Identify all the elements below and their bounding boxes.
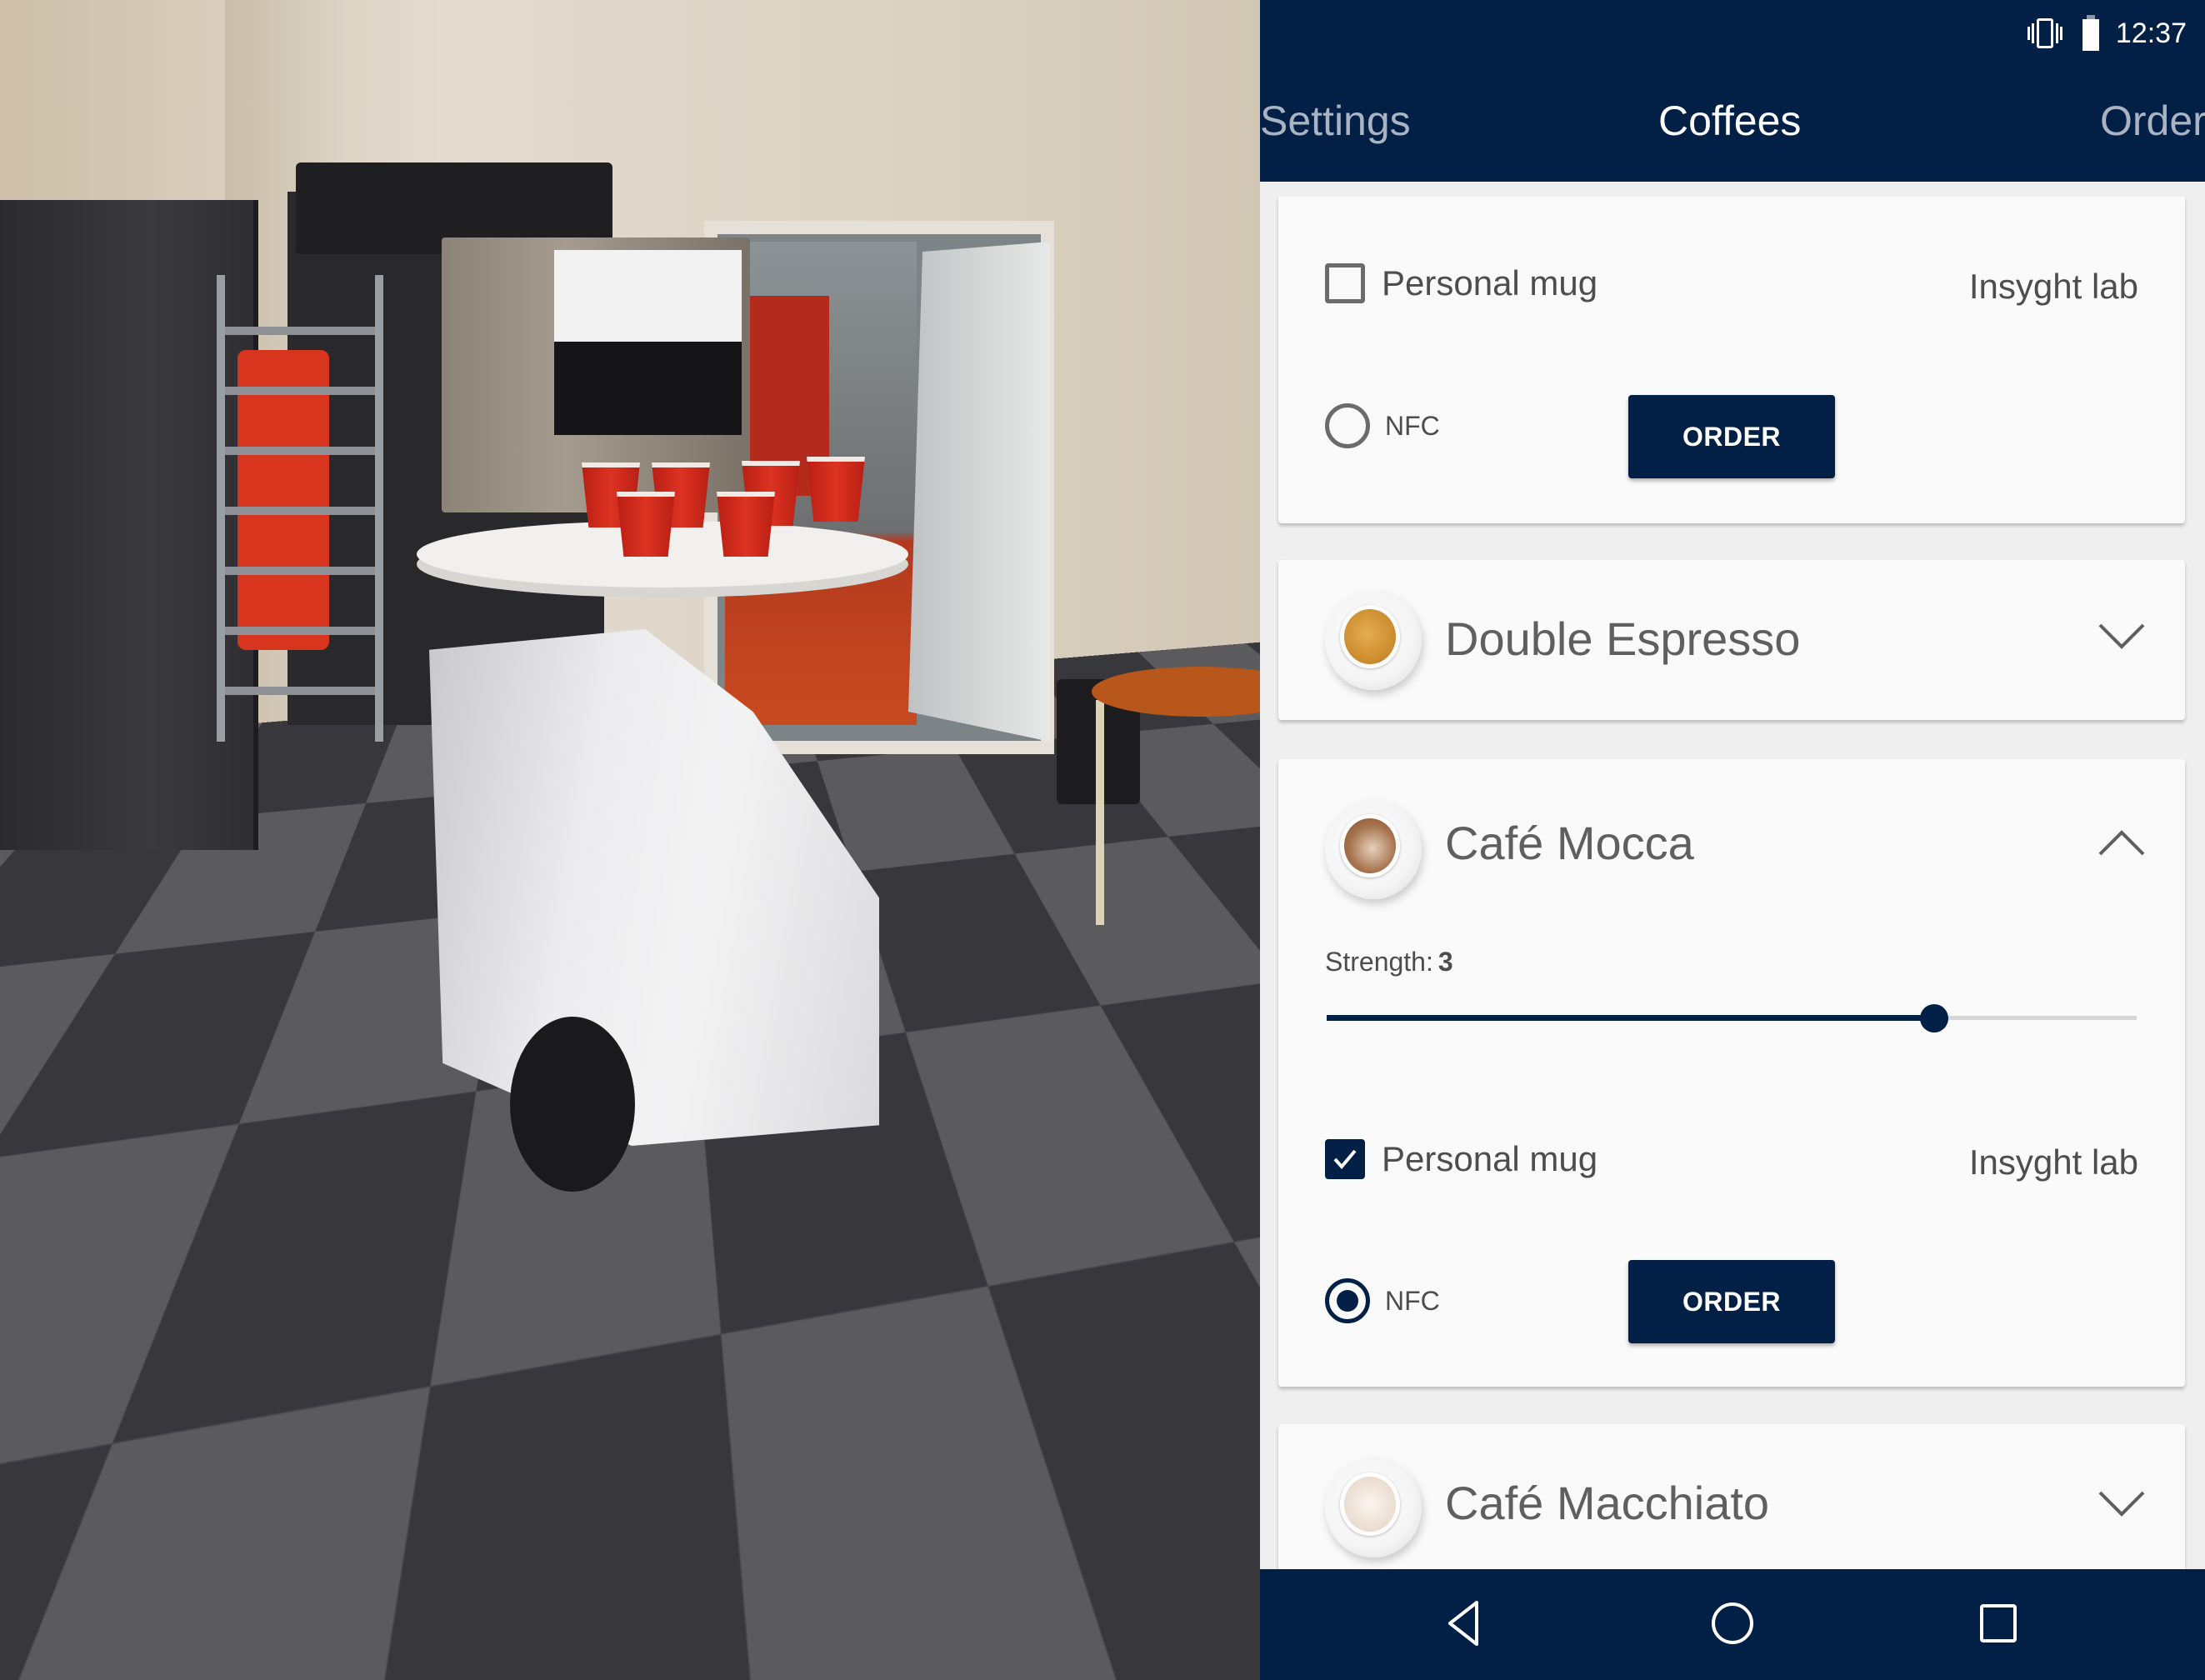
ladder — [217, 275, 383, 742]
coffee-machine-panel — [554, 250, 742, 342]
personal-mug-row: Personal mug — [1325, 1139, 1598, 1179]
personal-mug-checkbox[interactable] — [1325, 263, 1365, 303]
status-bar: 12:37 — [2024, 8, 2187, 58]
recents-icon[interactable] — [1969, 1594, 2028, 1652]
app-bar: 12:37 Settings Coffees Order — [1260, 0, 2205, 182]
coffee-title: Café Macchiato — [1445, 1477, 1770, 1529]
red-cup — [717, 492, 775, 557]
coffee-card-double-espresso[interactable]: Double Espresso — [1278, 560, 2185, 720]
nfc-label: NFC — [1385, 410, 1440, 441]
red-cup — [807, 457, 865, 522]
tab-order[interactable]: Order — [2100, 79, 2205, 162]
vibrate-icon — [2024, 17, 2066, 50]
system-navigation-bar — [1260, 1569, 2205, 1680]
personal-mug-row: Personal mug — [1325, 263, 1598, 303]
espresso-cup-icon — [1325, 590, 1422, 690]
slider-thumb[interactable] — [1920, 1004, 1948, 1032]
order-button[interactable]: ORDER — [1628, 395, 1835, 478]
location-label: Insyght lab — [1968, 267, 2138, 306]
personal-mug-label: Personal mug — [1382, 1139, 1598, 1178]
coffee-title: Double Espresso — [1445, 612, 1801, 665]
coffee-list[interactable]: Personal mug Insyght lab NFC ORDER Doubl… — [1260, 182, 2205, 1569]
coffee-title: Café Mocca — [1445, 817, 1694, 869]
red-cup — [617, 492, 675, 557]
strength-label-text: Strength: — [1325, 947, 1433, 977]
chevron-down-icon[interactable] — [2095, 1478, 2148, 1531]
chevron-down-icon[interactable] — [2095, 610, 2148, 663]
back-icon[interactable] — [1437, 1594, 1495, 1652]
status-time: 12:37 — [2115, 17, 2187, 49]
slider-fill — [1327, 1015, 1934, 1021]
robot-wheel-left — [510, 1017, 635, 1192]
battery-icon — [2082, 15, 2099, 51]
nfc-row: NFC — [1325, 1278, 1440, 1323]
personal-mug-label: Personal mug — [1382, 263, 1598, 302]
chevron-up-icon[interactable] — [2095, 818, 2148, 871]
nfc-radio[interactable] — [1325, 403, 1370, 448]
tab-coffees[interactable]: Coffees — [1658, 79, 1801, 162]
mocca-cup-icon — [1325, 799, 1422, 899]
strength-label: Strength: 3 — [1325, 947, 1453, 978]
nfc-radio[interactable] — [1325, 1278, 1370, 1323]
tab-bar: Settings Coffees Order — [1260, 79, 2205, 162]
coffee-app-screen: 12:37 Settings Coffees Order Personal mu… — [1260, 0, 2205, 1680]
personal-mug-checkbox[interactable] — [1325, 1139, 1365, 1179]
nfc-row: NFC — [1325, 403, 1440, 448]
strength-value: 3 — [1438, 947, 1453, 977]
coffee-card-cafe-macchiato[interactable]: Café Macchiato — [1278, 1424, 2185, 1569]
checkmark-icon — [1333, 1149, 1357, 1170]
robot-photo — [0, 0, 1260, 1680]
coffee-machine-window — [554, 342, 742, 435]
strength-slider[interactable] — [1327, 1001, 2137, 1034]
home-icon[interactable] — [1703, 1594, 1762, 1652]
location-label: Insyght lab — [1968, 1142, 2138, 1182]
macchiato-cup-icon — [1325, 1458, 1422, 1558]
coffee-card-cafe-mocca: Café Mocca Strength: 3 Personal mug Insyg… — [1278, 759, 2185, 1387]
open-door — [908, 242, 1050, 742]
tab-settings[interactable]: Settings — [1260, 79, 1411, 162]
order-button[interactable]: ORDER — [1628, 1260, 1835, 1343]
coffee-card-expanded-previous: Personal mug Insyght lab NFC ORDER — [1278, 197, 2185, 523]
nfc-label: NFC — [1385, 1285, 1440, 1316]
stool-legs — [1096, 700, 1260, 925]
